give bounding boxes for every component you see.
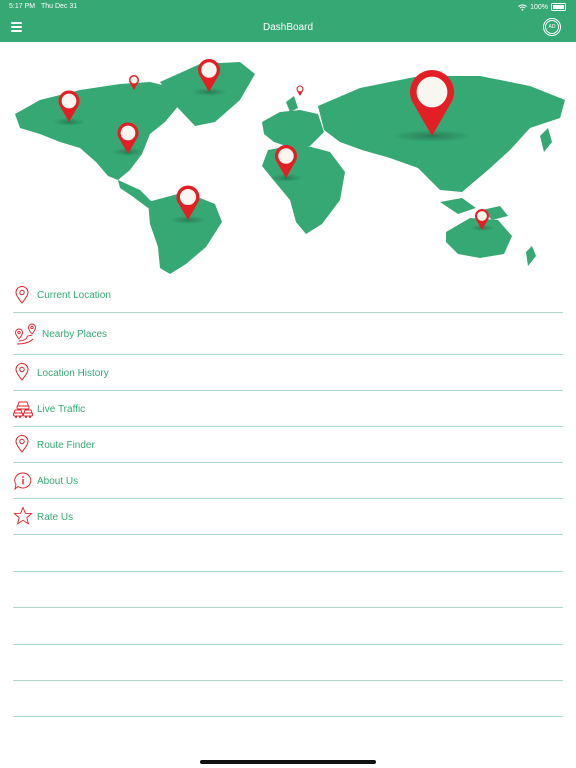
menu-item-rate-us[interactable]: Rate Us bbox=[13, 499, 563, 535]
ad-button[interactable]: AD bbox=[543, 18, 561, 36]
battery-icon bbox=[551, 3, 566, 11]
traffic-cars-icon bbox=[13, 401, 33, 418]
ad-label: AD bbox=[545, 20, 559, 34]
world-map-graphic bbox=[15, 58, 565, 274]
header-bar: 5:17 PM Thu Dec 31 100% DashBoard AD bbox=[0, 0, 576, 42]
home-indicator[interactable] bbox=[200, 760, 376, 764]
world-map-illustration bbox=[0, 42, 576, 280]
location-pin-icon bbox=[15, 363, 29, 381]
menu-item-label: About Us bbox=[37, 476, 79, 487]
status-time: 5:17 PM bbox=[9, 3, 36, 10]
menu-item-location-history[interactable]: Location History bbox=[13, 355, 563, 391]
menu-item-label: Live Traffic bbox=[37, 404, 86, 415]
status-right: 100% bbox=[518, 3, 566, 11]
empty-row-divider bbox=[13, 572, 563, 608]
empty-row-divider bbox=[13, 645, 563, 681]
battery-percent: 100% bbox=[530, 3, 548, 11]
menu-item-current-location[interactable]: Current Location bbox=[13, 277, 563, 313]
page-title: DashBoard bbox=[262, 22, 314, 33]
nearby-places-icon bbox=[15, 323, 36, 345]
empty-row-divider bbox=[13, 608, 563, 645]
menu-item-label: Rate Us bbox=[37, 512, 74, 523]
menu-item-about-us[interactable]: About Us bbox=[13, 463, 563, 499]
menu-item-label: Current Location bbox=[37, 290, 111, 301]
location-pin-icon bbox=[15, 435, 29, 453]
star-icon bbox=[13, 506, 33, 525]
menu-item-route-finder[interactable]: Route Finder bbox=[13, 427, 563, 463]
wifi-icon bbox=[518, 4, 527, 11]
menu-item-label: Location History bbox=[37, 368, 109, 379]
menu-item-live-traffic[interactable]: Live Traffic bbox=[13, 391, 563, 427]
empty-row-divider bbox=[13, 535, 563, 572]
info-bubble-icon bbox=[14, 472, 32, 491]
location-pin-icon bbox=[15, 286, 29, 304]
menu-item-label: Nearby Places bbox=[42, 329, 108, 340]
status-bar: 5:17 PM Thu Dec 31 100% bbox=[0, 0, 576, 14]
menu-item-nearby-places[interactable]: Nearby Places bbox=[13, 313, 563, 355]
menu-item-label: Route Finder bbox=[37, 440, 95, 451]
status-date: Thu Dec 31 bbox=[41, 3, 78, 10]
empty-row-divider bbox=[13, 681, 563, 717]
